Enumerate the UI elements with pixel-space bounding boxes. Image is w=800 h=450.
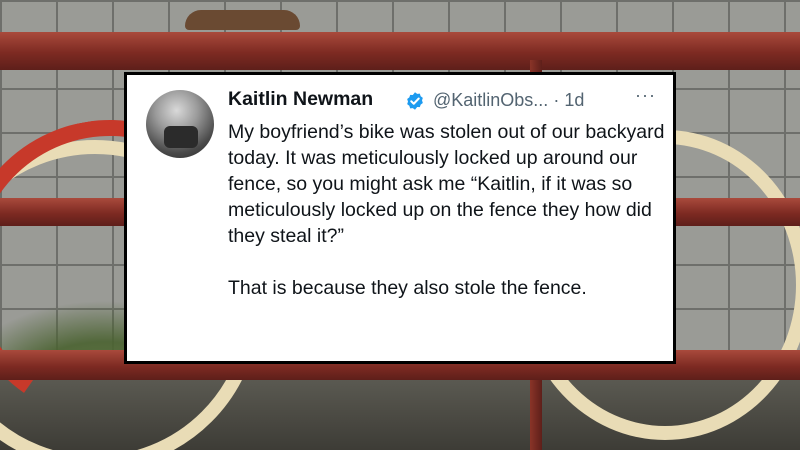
tweet-card[interactable]: Kaitlin Newman @KaitlinObs... · 1d ··· M…: [124, 72, 676, 364]
fence-rail-top: [0, 32, 800, 70]
tweet-paragraph: My boyfriend’s bike was stolen out of ou…: [228, 121, 665, 247]
tweet-paragraph: That is because they also stole the fenc…: [228, 277, 587, 299]
verified-badge-icon: [405, 91, 425, 111]
author-name[interactable]: Kaitlin Newman: [228, 88, 373, 111]
more-options-icon[interactable]: ···: [635, 85, 656, 106]
avatar[interactable]: [146, 90, 214, 158]
bike-saddle: [185, 10, 300, 30]
timestamp[interactable]: 1d: [564, 90, 584, 110]
tweet-text: My boyfriend’s bike was stolen out of ou…: [228, 119, 668, 301]
author-handle[interactable]: @KaitlinObs...: [433, 90, 548, 110]
handle-and-time[interactable]: @KaitlinObs... · 1d: [433, 90, 584, 111]
